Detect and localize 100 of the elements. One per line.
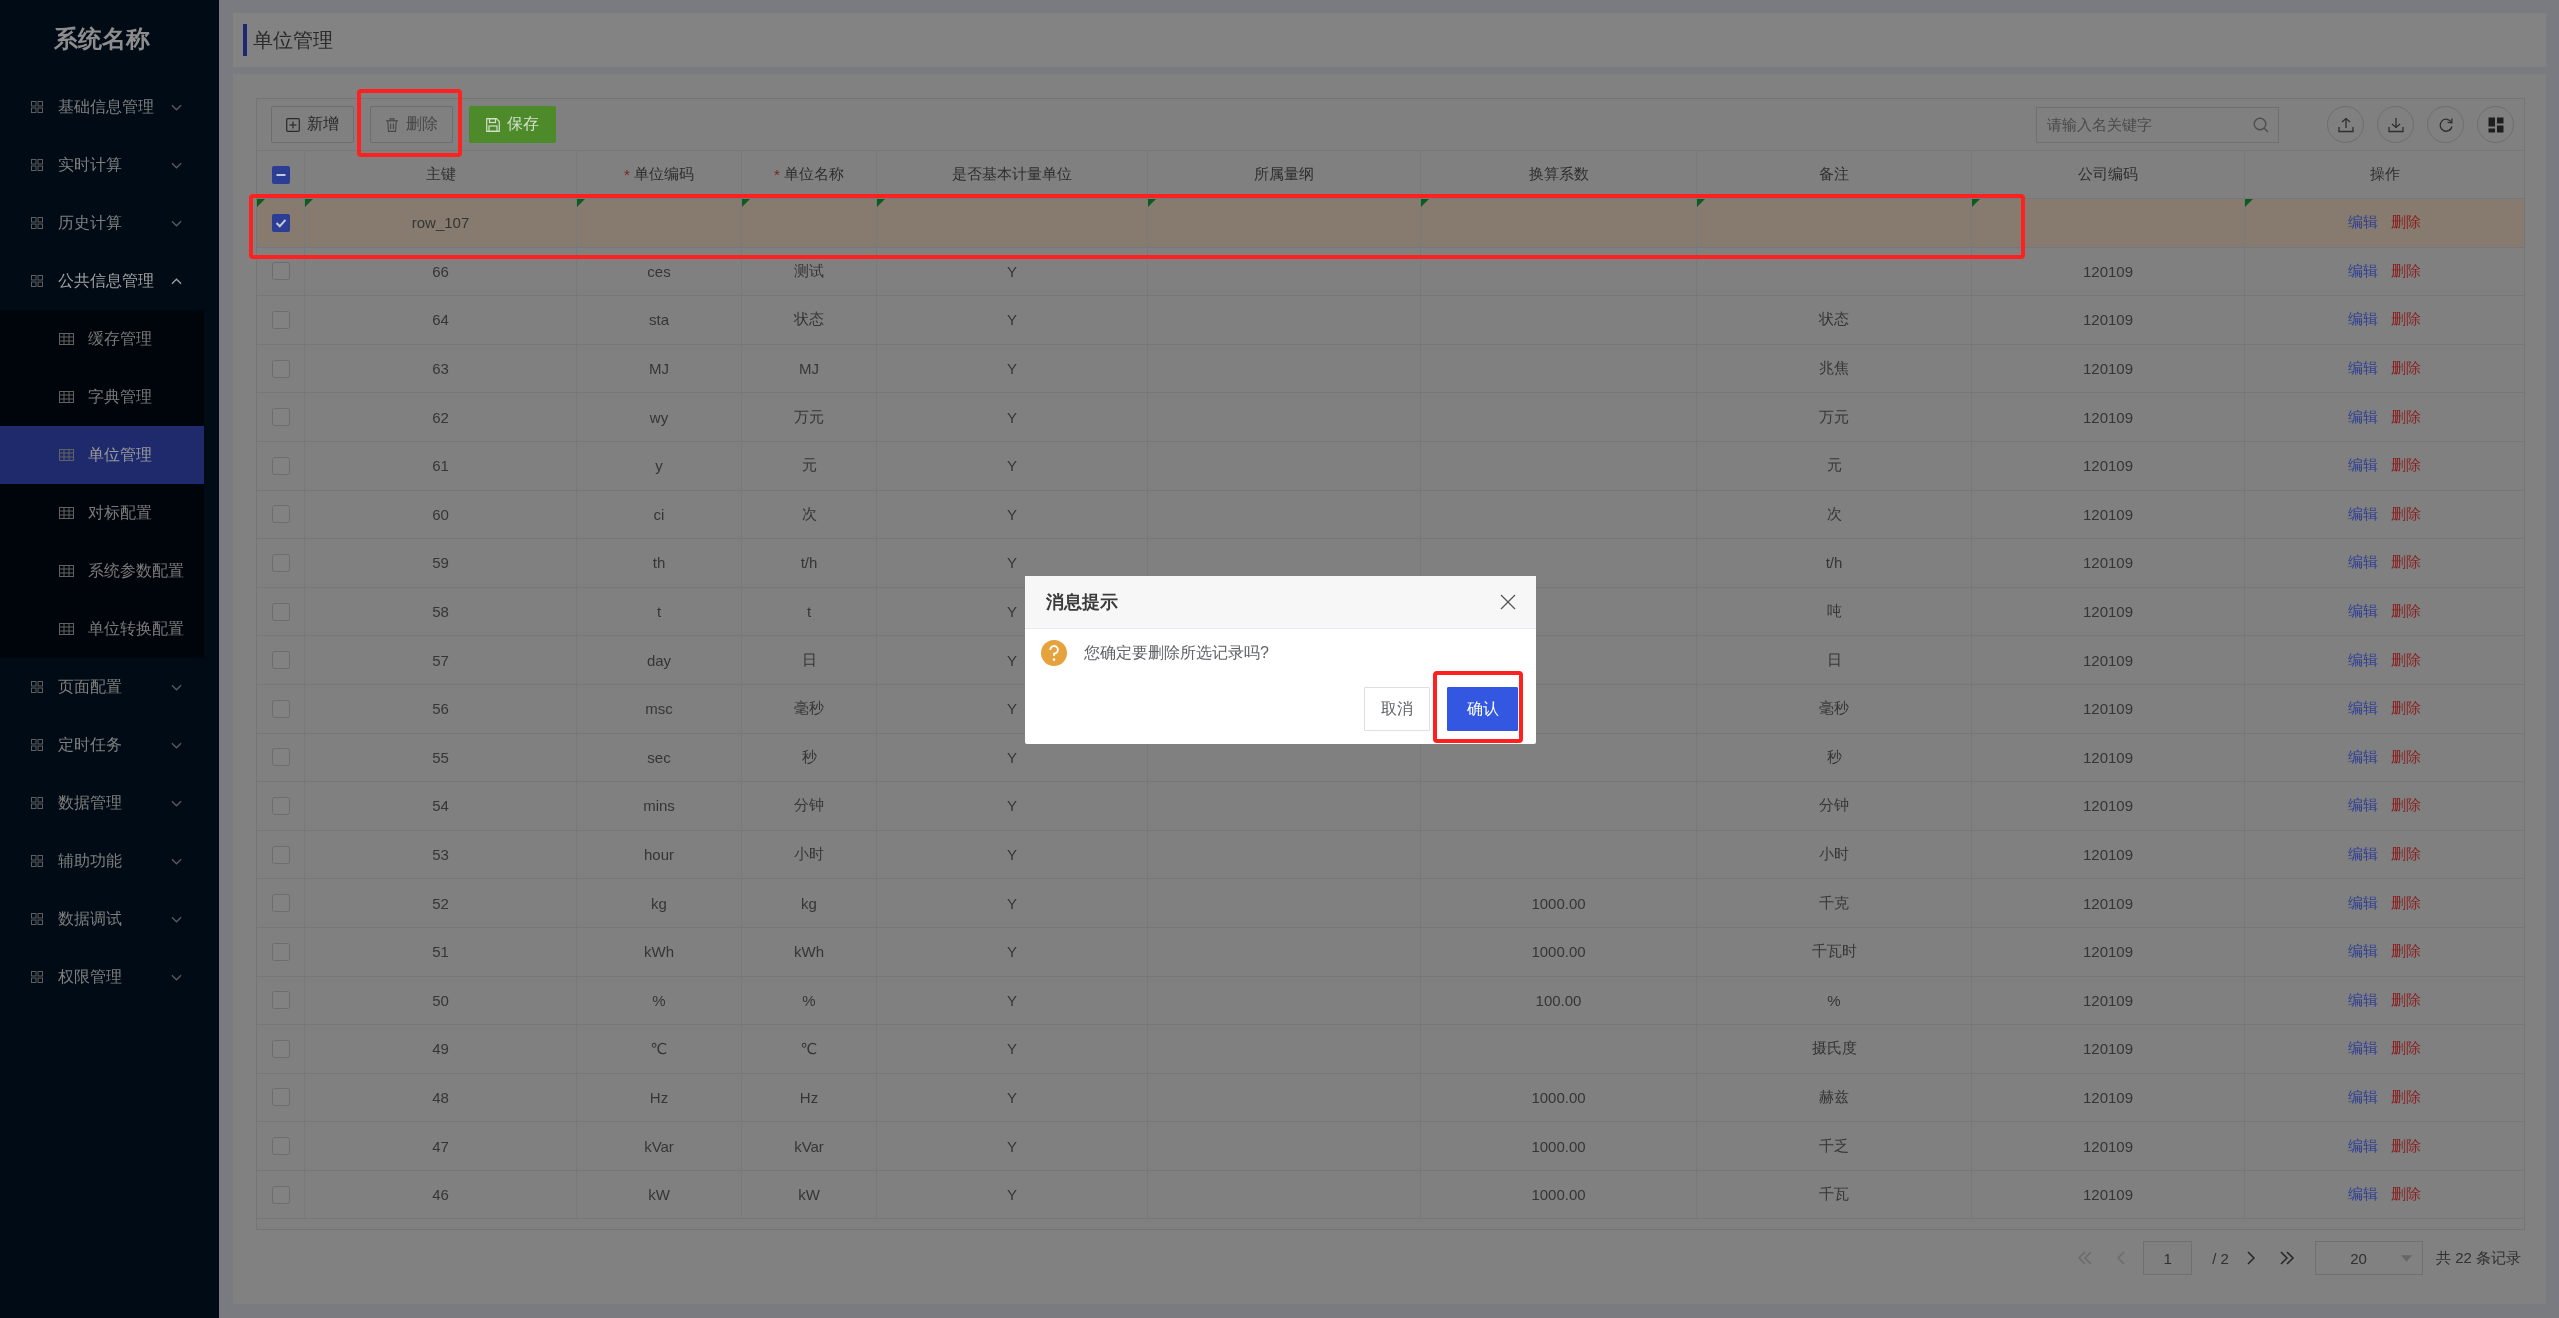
menu-item[interactable]: 辅助功能 <box>0 832 204 890</box>
cancel-button[interactable]: 取消 <box>1364 687 1430 731</box>
menu-item[interactable]: 历史计算 <box>0 194 204 252</box>
upload-button[interactable] <box>2327 106 2364 143</box>
submenu-item[interactable]: 缓存管理 <box>0 310 204 368</box>
next-page-button[interactable] <box>2246 1251 2255 1266</box>
delete-link[interactable]: 删除 <box>2391 796 2421 816</box>
edit-link[interactable]: 编辑 <box>2348 407 2378 427</box>
edit-link[interactable]: 编辑 <box>2348 213 2378 233</box>
edit-link[interactable]: 编辑 <box>2348 1088 2378 1107</box>
save-button[interactable]: 保存 <box>469 106 556 143</box>
edit-link[interactable]: 编辑 <box>2348 1136 2378 1156</box>
edit-link[interactable]: 编辑 <box>2348 456 2378 476</box>
delete-link[interactable]: 删除 <box>2391 699 2421 719</box>
edit-link[interactable]: 编辑 <box>2348 747 2378 767</box>
delete-link[interactable]: 删除 <box>2391 845 2421 864</box>
edit-link[interactable]: 编辑 <box>2348 1039 2378 1059</box>
table-row[interactable]: 62 wy 万元 Y 万元 120109 编辑 删除 <box>257 393 2524 442</box>
page-number-input[interactable]: 1 <box>2143 1241 2193 1276</box>
edit-link[interactable]: 编辑 <box>2348 504 2378 524</box>
edit-link[interactable]: 编辑 <box>2348 699 2378 719</box>
edit-link[interactable]: 编辑 <box>2348 893 2378 913</box>
row-checkbox[interactable] <box>271 213 290 232</box>
delete-link[interactable]: 删除 <box>2391 553 2421 573</box>
menu-item[interactable]: 公共信息管理 <box>0 252 204 310</box>
submenu-item[interactable]: 单位转换配置 <box>0 600 204 658</box>
table-cell: 次 <box>801 504 817 524</box>
table-row[interactable]: 60 ci 次 Y 次 120109 编辑 删除 <box>257 490 2524 540</box>
table-cell: Y <box>1007 457 1017 475</box>
delete-link[interactable]: 删除 <box>2391 310 2421 330</box>
delete-link[interactable]: 删除 <box>2391 456 2421 476</box>
select-all-checkbox[interactable] <box>271 165 290 184</box>
delete-link[interactable]: 删除 <box>2391 990 2421 1010</box>
add-button[interactable]: 新增 <box>271 106 354 143</box>
edit-link[interactable]: 编辑 <box>2348 990 2378 1010</box>
edit-link[interactable]: 编辑 <box>2348 845 2378 864</box>
delete-link[interactable]: 删除 <box>2391 942 2421 962</box>
menu-item[interactable]: 页面配置 <box>0 658 204 716</box>
menu-item[interactable]: 权限管理 <box>0 948 204 1006</box>
edit-link[interactable]: 编辑 <box>2348 942 2378 962</box>
table-row[interactable]: 52 kg kg Y 1000.00 千克 120109 编辑 删除 <box>257 879 2524 928</box>
table-row[interactable]: row_107 编辑 删除 <box>257 199 2524 248</box>
table-row[interactable]: 47 kVar kVar Y 1000.00 千乏 120109 编辑 删除 <box>257 1122 2524 1171</box>
table-cell: 56 <box>432 700 449 718</box>
edit-link[interactable]: 编辑 <box>2348 650 2378 670</box>
submenu-item[interactable]: 单位管理 <box>0 426 204 484</box>
required-mark: * <box>774 166 780 183</box>
refresh-button[interactable] <box>2427 106 2464 143</box>
menu-item[interactable]: 基础信息管理 <box>0 78 204 136</box>
delete-button[interactable]: 删除 <box>370 106 453 143</box>
table-cell: 摄氏度 <box>1811 1039 1857 1059</box>
close-button[interactable] <box>1500 594 1516 610</box>
table-row[interactable]: 49 ℃ ℃ Y 摄氏度 120109 编辑 删除 <box>257 1025 2524 1074</box>
delete-link[interactable]: 删除 <box>2391 650 2421 670</box>
delete-link[interactable]: 删除 <box>2391 1088 2421 1107</box>
layout-button[interactable] <box>2477 106 2514 143</box>
edit-link[interactable]: 编辑 <box>2348 310 2378 330</box>
menu-item[interactable]: 实时计算 <box>0 136 204 194</box>
delete-link[interactable]: 删除 <box>2391 1136 2421 1156</box>
table-row[interactable]: 48 Hz Hz Y 1000.00 赫兹 120109 编辑 删除 <box>257 1073 2524 1123</box>
table-row[interactable]: 64 sta 状态 Y 状态 120109 编辑 删除 <box>257 296 2524 345</box>
table-cell: 120109 <box>2082 651 2134 669</box>
download-button[interactable] <box>2377 106 2414 143</box>
table-icon <box>59 565 74 577</box>
table-cell: ces <box>647 262 671 280</box>
table-row[interactable]: 46 kW kW Y 1000.00 千瓦 120109 编辑 删除 <box>257 1170 2524 1220</box>
menu-item[interactable]: 定时任务 <box>0 716 204 774</box>
delete-link[interactable]: 删除 <box>2391 602 2421 622</box>
table-row[interactable]: 50 % % Y 100.00 % 120109 编辑 删除 <box>257 976 2524 1026</box>
table-row[interactable]: 51 kWh kWh Y 1000.00 千瓦时 120109 编辑 删除 <box>257 927 2524 977</box>
table-cell: Y <box>1007 1089 1017 1106</box>
edit-link[interactable]: 编辑 <box>2348 359 2378 379</box>
table-row[interactable]: 59 th t/h Y t/h 120109 编辑 删除 <box>257 539 2524 588</box>
edit-link[interactable]: 编辑 <box>2348 553 2378 573</box>
submenu-item[interactable]: 字典管理 <box>0 368 204 426</box>
delete-link[interactable]: 删除 <box>2391 359 2421 379</box>
menu-item[interactable]: 数据调试 <box>0 890 204 948</box>
table-row[interactable]: 53 hour 小时 Y 小时 120109 编辑 删除 <box>257 830 2524 880</box>
delete-link[interactable]: 删除 <box>2391 213 2421 233</box>
delete-link[interactable]: 删除 <box>2391 1185 2421 1205</box>
edit-link[interactable]: 编辑 <box>2348 1185 2378 1205</box>
table-row[interactable]: 63 MJ MJ Y 兆焦 120109 编辑 删除 <box>257 344 2524 394</box>
edit-link[interactable]: 编辑 <box>2348 261 2378 281</box>
menu-item[interactable]: 数据管理 <box>0 774 204 832</box>
confirm-button[interactable]: 确认 <box>1447 687 1518 731</box>
delete-link[interactable]: 删除 <box>2391 407 2421 427</box>
delete-link[interactable]: 删除 <box>2391 1039 2421 1059</box>
page-size-select[interactable]: 20 <box>2314 1241 2423 1276</box>
edit-link[interactable]: 编辑 <box>2348 796 2378 816</box>
delete-link[interactable]: 删除 <box>2391 261 2421 281</box>
delete-link[interactable]: 删除 <box>2391 504 2421 524</box>
table-row[interactable]: 55 sec 秒 Y 秒 120109 编辑 删除 <box>257 733 2524 783</box>
table-row[interactable]: 54 mins 分钟 Y 分钟 120109 编辑 删除 <box>257 782 2524 831</box>
delete-link[interactable]: 删除 <box>2391 747 2421 767</box>
submenu-item[interactable]: 对标配置 <box>0 484 204 542</box>
edit-link[interactable]: 编辑 <box>2348 602 2378 622</box>
table-row[interactable]: 61 y 元 Y 元 120109 编辑 删除 <box>257 441 2524 491</box>
submenu-item[interactable]: 系统参数配置 <box>0 542 204 600</box>
delete-link[interactable]: 删除 <box>2391 893 2421 913</box>
last-page-button[interactable] <box>2278 1251 2295 1266</box>
